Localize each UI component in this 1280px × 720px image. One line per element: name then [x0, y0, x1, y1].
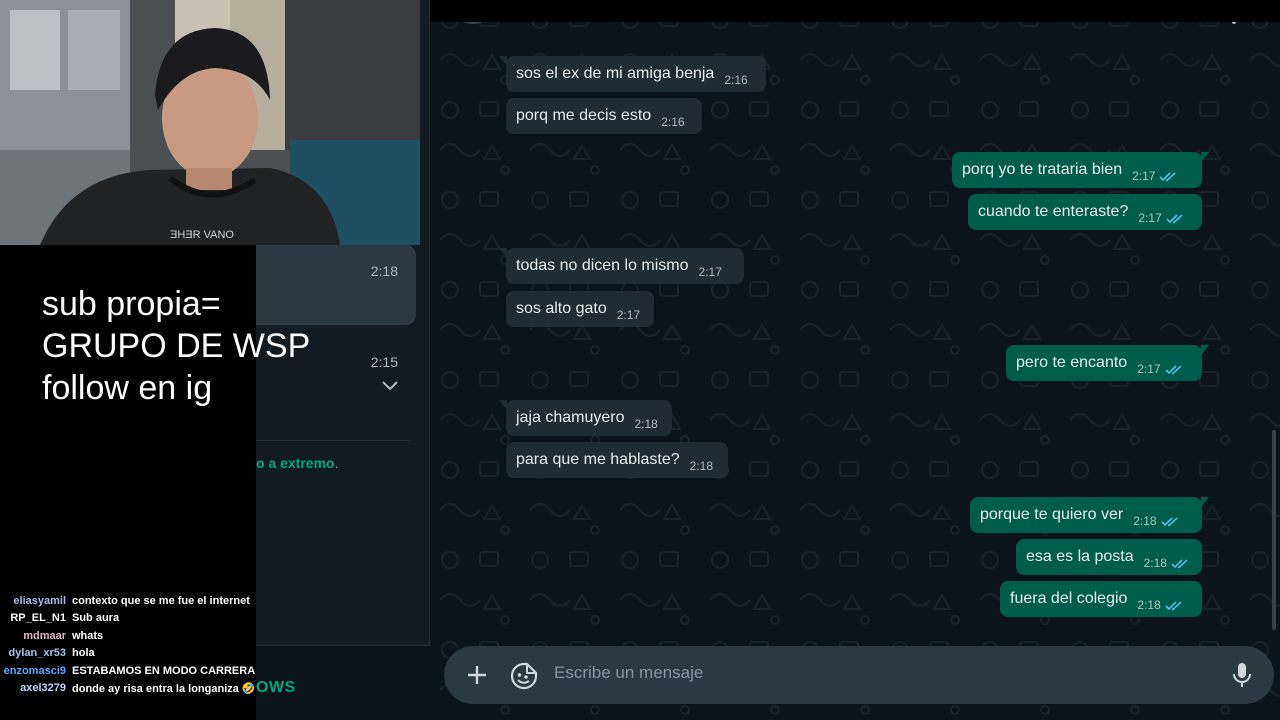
- stream-chat-message: contexto que se me fue el internet: [72, 594, 250, 607]
- sticker-icon[interactable]: [510, 662, 538, 695]
- stream-chat-row: eliasyamil contexto que se me fue el int…: [0, 592, 256, 610]
- message-outgoing[interactable]: fuera del colegio 2:18: [1000, 581, 1202, 617]
- stream-chat-row: RP_EL_N1 Sub aura: [0, 610, 256, 628]
- chat-list-time: 2:15: [370, 354, 398, 370]
- message-incoming[interactable]: sos alto gato 2:17: [506, 291, 654, 327]
- message-text: fuera del colegio: [1010, 590, 1128, 607]
- webcam-feed: ƎHƎR VANO: [0, 0, 420, 245]
- message-time: 2:18: [1133, 514, 1157, 528]
- chat-list-time: 2:18: [370, 263, 398, 279]
- stream-chat-message: whats: [72, 629, 104, 642]
- double-check-icon: [1159, 169, 1177, 187]
- bubble-tail: [499, 400, 507, 410]
- conversation-panel: yamila sos el ex de mi amiga benja 2:16 …: [430, 0, 1280, 720]
- message-outgoing[interactable]: cuando te enteraste? 2:17: [968, 194, 1202, 230]
- microphone-icon[interactable]: [1232, 661, 1252, 694]
- message-time: 2:18: [1143, 556, 1167, 570]
- stream-chat-message: hola: [72, 647, 95, 660]
- double-check-icon: [1160, 514, 1179, 532]
- message-incoming[interactable]: sos el ex de mi amiga benja 2:16: [499, 56, 766, 92]
- promo-line: sub propia=: [42, 285, 221, 323]
- divider: [256, 440, 410, 441]
- bubble-tail: [499, 56, 507, 66]
- message-incoming[interactable]: jaja chamuyero 2:18: [499, 400, 672, 436]
- stream-chat-message: Sub aura: [72, 612, 120, 625]
- stream-chat-user: RP_EL_N1: [10, 612, 66, 625]
- encryption-link[interactable]: o a extremo: [256, 455, 335, 471]
- message-text: para que me hablaste?: [516, 451, 680, 468]
- plus-icon[interactable]: [462, 660, 492, 690]
- chat-scrollbar[interactable]: [1272, 430, 1276, 630]
- message-incoming[interactable]: todas no dicen lo mismo 2:17: [499, 248, 744, 284]
- stream-chat-message: donde ay risa entra la longaniza 🤣: [72, 682, 256, 695]
- message-time: 2:17: [1138, 211, 1162, 225]
- message-text: esa es la posta: [1026, 548, 1134, 565]
- message-time: 2:17: [616, 308, 641, 322]
- screen-top-bar: [430, 0, 1280, 22]
- message-incoming[interactable]: porq me decis esto 2:16: [506, 98, 702, 134]
- footer-label[interactable]: OWS: [256, 679, 296, 697]
- double-check-icon: [1171, 556, 1189, 574]
- screen: 2:18 2:15 o a extremo. OWS sos el ex de …: [0, 0, 1280, 720]
- bubble-tail: [499, 248, 507, 258]
- chat-list-footer: OWS: [256, 645, 430, 720]
- message-text: porque te quiero ver: [980, 506, 1124, 523]
- message-text: sos el ex de mi amiga benja: [516, 65, 715, 82]
- message-time: 2:16: [724, 73, 748, 87]
- stream-chat-row: dylan_xr53 hola: [0, 645, 256, 663]
- stream-chat: eliasyamil contexto que se me fue el int…: [0, 592, 256, 697]
- stream-chat-user: mdmaar: [23, 629, 66, 642]
- message-incoming[interactable]: para que me hablaste? 2:18: [506, 442, 728, 478]
- message-time: 2:18: [634, 417, 658, 431]
- encryption-period: .: [334, 455, 339, 471]
- stream-chat-row: axel3279 donde ay risa entra la longaniz…: [0, 680, 256, 698]
- promo-line: follow en ig: [42, 369, 213, 407]
- bubble-tail: [1201, 152, 1209, 162]
- message-outgoing[interactable]: pero te encanto 2:17: [1006, 345, 1209, 381]
- stream-chat-message: ESTABAMOS EN MODO CARRERA: [72, 664, 256, 677]
- double-check-icon: [1164, 362, 1183, 380]
- bubble-tail: [1201, 497, 1209, 507]
- message-text: porq me decis esto: [516, 107, 652, 124]
- double-check-icon: [1165, 598, 1183, 616]
- message-time: 2:17: [1137, 362, 1161, 376]
- shirt-print: ƎHƎR VANO: [170, 229, 234, 241]
- stream-chat-user: axel3279: [20, 682, 66, 695]
- message-text: cuando te enteraste?: [978, 203, 1129, 220]
- stream-chat-user: enzomasci9: [3, 664, 66, 677]
- message-outgoing[interactable]: porque te quiero ver 2:18: [970, 497, 1209, 533]
- encryption-note: o a extremo.: [256, 455, 338, 471]
- message-time: 2:17: [1132, 169, 1156, 183]
- message-text: jaja chamuyero: [516, 409, 625, 426]
- promo-text: sub propia= GRUPO DE WSP follow en ig: [42, 283, 310, 409]
- message-time: 2:17: [698, 265, 722, 279]
- message-input[interactable]: Escribe un mensaje: [554, 663, 703, 683]
- stream-chat-row: mdmaar whats: [0, 627, 256, 645]
- promo-line: GRUPO DE WSP: [42, 327, 311, 365]
- message-text: pero te encanto: [1016, 354, 1128, 371]
- chevron-down-icon[interactable]: [382, 378, 398, 394]
- message-time: 2:16: [661, 115, 685, 129]
- stream-chat-row: enzomasci9 ESTABAMOS EN MODO CARRERA: [0, 662, 256, 680]
- message-text: porq yo te trataria bien: [962, 161, 1123, 178]
- stream-chat-user: eliasyamil: [13, 594, 66, 607]
- bubble-tail: [1201, 345, 1209, 355]
- message-text: sos alto gato: [516, 300, 607, 317]
- message-time: 2:18: [689, 459, 714, 473]
- message-time: 2:18: [1137, 598, 1161, 612]
- double-check-icon: [1166, 211, 1184, 229]
- message-outgoing[interactable]: porq yo te trataria bien 2:17: [952, 152, 1209, 188]
- message-composer: Escribe un mensaje: [444, 646, 1274, 704]
- stream-chat-user: dylan_xr53: [8, 647, 66, 660]
- message-text: todas no dicen lo mismo: [516, 257, 689, 274]
- message-outgoing[interactable]: esa es la posta 2:18: [1016, 539, 1202, 575]
